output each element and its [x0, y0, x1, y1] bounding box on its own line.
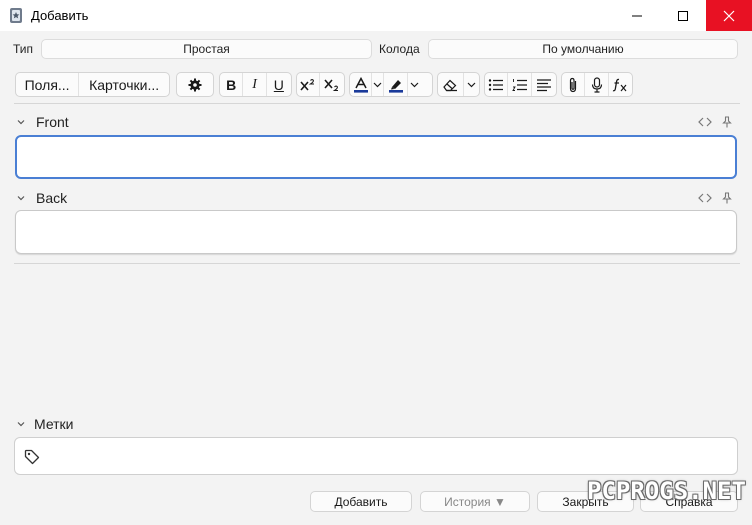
title-bar: Добавить: [0, 0, 752, 31]
front-field-label: Front: [36, 114, 69, 130]
list-group: [484, 72, 557, 97]
close-window-button[interactable]: [706, 0, 752, 31]
text-color-button[interactable]: [350, 73, 372, 96]
fields-divider: [14, 263, 740, 264]
html-code-icon[interactable]: [698, 192, 712, 204]
deck-label: Колода: [379, 42, 420, 56]
deck-selector[interactable]: По умолчанию: [428, 39, 738, 59]
insert-group: [561, 72, 633, 97]
back-field-actions: [698, 189, 732, 207]
anki-app-icon: [10, 8, 22, 23]
eraser-group: [437, 72, 480, 97]
front-field-editor[interactable]: [15, 135, 737, 179]
tags-input[interactable]: [14, 437, 738, 475]
back-field-label: Back: [36, 190, 68, 206]
maximize-icon: [678, 10, 688, 21]
underline-button[interactable]: U: [267, 73, 291, 96]
record-audio-button[interactable]: [585, 73, 609, 96]
gear-icon: [188, 78, 202, 91]
highlight-color-dropdown[interactable]: [408, 73, 420, 96]
settings-group: [176, 72, 214, 97]
minimize-icon: [632, 15, 642, 16]
text-color-dropdown[interactable]: [372, 73, 384, 96]
chevron-down-icon: [17, 120, 25, 125]
note-type-selector[interactable]: Простая: [41, 39, 372, 59]
bullet-list-icon: [488, 78, 504, 91]
back-field-header[interactable]: Back: [16, 189, 67, 207]
tags-header[interactable]: Метки: [16, 415, 74, 433]
highlighter-icon: [388, 79, 403, 93]
fields-cards-group: Поля... Карточки...: [15, 72, 170, 97]
text-color-icon: [353, 76, 368, 93]
maximize-button[interactable]: [660, 0, 706, 31]
microphone-icon: [591, 76, 602, 93]
eraser-icon: [443, 79, 458, 91]
type-label: Тип: [13, 42, 34, 56]
front-field-header[interactable]: Front: [16, 113, 69, 131]
text-style-group: B I U: [219, 72, 292, 97]
subscript-button[interactable]: [320, 73, 344, 96]
pin-icon[interactable]: [722, 192, 732, 204]
pin-icon[interactable]: [722, 116, 732, 128]
chevron-down-icon: [467, 82, 476, 88]
numbered-list-button[interactable]: [508, 73, 532, 96]
attach-button[interactable]: [562, 73, 586, 96]
align-left-icon: [536, 78, 551, 91]
paperclip-icon: [570, 77, 577, 92]
numbered-list-icon: [511, 78, 527, 91]
function-icon: [613, 78, 627, 91]
cards-button[interactable]: Карточки...: [79, 73, 169, 96]
subscript-icon: [324, 78, 339, 91]
add-button[interactable]: Добавить: [310, 491, 412, 512]
clear-formatting-button[interactable]: [438, 73, 464, 96]
back-field-editor[interactable]: [15, 210, 737, 254]
highlight-color-button[interactable]: [384, 73, 408, 96]
script-group: [296, 72, 345, 97]
superscript-icon: [300, 78, 315, 91]
minimize-button[interactable]: [614, 0, 660, 31]
watermark-text: PCPROGS.NET: [587, 477, 746, 505]
align-button[interactable]: [532, 73, 556, 96]
html-code-icon[interactable]: [698, 116, 712, 128]
clear-formatting-dropdown[interactable]: [464, 73, 479, 96]
toolbar-divider: [14, 103, 740, 104]
superscript-button[interactable]: [297, 73, 321, 96]
chevron-down-icon: [410, 82, 418, 88]
close-icon: [723, 10, 735, 21]
tag-icon: [24, 449, 40, 465]
formula-button[interactable]: [609, 73, 632, 96]
tags-label: Метки: [34, 416, 74, 432]
bullet-list-button[interactable]: [485, 73, 509, 96]
front-field-actions: [698, 113, 732, 131]
fields-button[interactable]: Поля...: [16, 73, 80, 96]
chevron-down-icon: [373, 82, 382, 88]
italic-button[interactable]: I: [243, 73, 267, 96]
chevron-down-icon: [17, 422, 25, 427]
chevron-down-icon: [17, 196, 25, 201]
history-button[interactable]: История ▼: [420, 491, 530, 512]
color-group: [349, 72, 433, 97]
settings-button[interactable]: [177, 73, 213, 96]
window-title: Добавить: [31, 8, 89, 23]
bold-button[interactable]: B: [220, 73, 244, 96]
